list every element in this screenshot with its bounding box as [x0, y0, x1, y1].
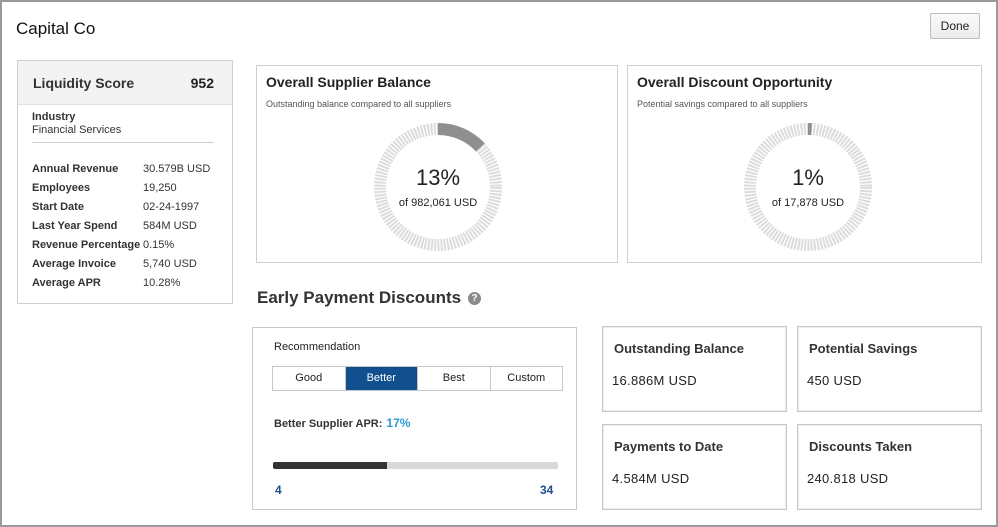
supplier-balance-total: of 982,061 USD [398, 197, 478, 209]
stat-row: Employees 19,250 [18, 178, 232, 197]
stat-row: Revenue Percentage 0.15% [18, 235, 232, 254]
stat-label: Revenue Percentage [32, 238, 141, 251]
potential-savings-box: Potential Savings 450 USD [797, 326, 982, 412]
stat-value: 5,740 USD [143, 257, 197, 270]
company-stats: Annual Revenue 30.579B USD Employees 19,… [18, 159, 232, 292]
discounts-taken-title: Discounts Taken [809, 439, 913, 454]
stat-value: 30.579B USD [143, 162, 211, 175]
page-title: Capital Co [16, 19, 96, 38]
stat-label: Employees [32, 181, 91, 194]
discount-opportunity-title: Overall Discount Opportunity [637, 74, 833, 90]
discounts-taken-value: 240.818 USD [807, 471, 889, 486]
stat-value: 584M USD [143, 219, 197, 232]
stat-label: Start Date [32, 200, 84, 213]
payments-to-date-value: 4.584M USD [612, 471, 690, 486]
potential-savings-title: Potential Savings [809, 341, 918, 356]
supplier-apr: Better Supplier APR: 17% [274, 416, 410, 430]
outstanding-balance-title: Outstanding Balance [614, 341, 745, 356]
liquidity-score-header: Liquidity Score 952 [18, 61, 232, 105]
help-icon[interactable]: ? [468, 291, 482, 305]
done-button[interactable]: Done [930, 13, 980, 39]
supplier-apr-value: 17% [386, 416, 411, 430]
stat-value: 19,250 [143, 181, 177, 194]
apr-slider[interactable] [273, 462, 558, 469]
discount-opportunity-center: 1% of 17,878 USD [741, 120, 875, 254]
option-best-button[interactable]: Best [418, 367, 491, 390]
stat-row: Start Date 02-24-1997 [18, 197, 232, 216]
recommendation-selector: Good Better Best Custom [272, 366, 563, 391]
stat-row: Average Invoice 5,740 USD [18, 254, 232, 273]
liquidity-score-value: 952 [190, 74, 214, 91]
supplier-balance-center: 13% of 982,061 USD [371, 120, 505, 254]
option-better-button[interactable]: Better [345, 367, 418, 390]
outstanding-balance-value: 16.886M USD [612, 373, 697, 388]
industry-label: Industry [32, 111, 76, 123]
outstanding-balance-box: Outstanding Balance 16.886M USD [602, 326, 787, 412]
payments-to-date-title: Payments to Date [614, 439, 724, 454]
industry-block: Industry Financial Services [18, 105, 232, 136]
discount-opportunity-total: of 17,878 USD [771, 197, 845, 209]
discount-opportunity-subtitle: Potential savings compared to all suppli… [637, 99, 808, 109]
recommendation-panel: Recommendation Good Better Best Custom B… [252, 327, 577, 510]
stat-label: Annual Revenue [32, 162, 119, 175]
early-payment-heading: Early Payment Discounts ? [257, 288, 482, 308]
slider-min-label: 4 [275, 483, 282, 497]
supplier-balance-card: Overall Supplier Balance Outstanding bal… [256, 65, 618, 263]
discount-opportunity-card: Overall Discount Opportunity Potential s… [627, 65, 982, 263]
slider-max-label: 34 [540, 483, 554, 497]
discounts-taken-box: Discounts Taken 240.818 USD [797, 424, 982, 510]
stat-value: 10.28% [143, 276, 181, 289]
stat-label: Last Year Spend [32, 219, 118, 232]
stat-label: Average Invoice [32, 257, 116, 270]
liquidity-score-label: Liquidity Score [33, 74, 135, 91]
recommendation-label: Recommendation [274, 341, 361, 353]
stat-value: 0.15% [143, 238, 175, 251]
supplier-balance-subtitle: Outstanding balance compared to all supp… [266, 99, 452, 109]
stat-row: Annual Revenue 30.579B USD [18, 159, 232, 178]
option-good-button[interactable]: Good [273, 367, 346, 390]
supplier-apr-label: Better Supplier APR: [274, 418, 383, 430]
early-payment-title: Early Payment Discounts [257, 288, 462, 307]
divider [32, 142, 214, 143]
industry-value: Financial Services [32, 124, 122, 136]
stat-label: Average APR [32, 276, 101, 289]
company-summary-panel: Liquidity Score 952 Industry Financial S… [17, 60, 233, 304]
stat-row: Last Year Spend 584M USD [18, 216, 232, 235]
potential-savings-value: 450 USD [807, 373, 862, 388]
supplier-balance-percent: 13% [415, 165, 461, 190]
option-custom-button[interactable]: Custom [490, 367, 562, 390]
stat-row: Average APR 10.28% [18, 273, 232, 292]
supplier-balance-title: Overall Supplier Balance [266, 74, 431, 90]
payments-to-date-box: Payments to Date 4.584M USD [602, 424, 787, 510]
stat-value: 02-24-1997 [143, 200, 200, 213]
app-window: Capital Co Done Liquidity Score 952 Indu… [0, 0, 998, 527]
apr-slider-fill [273, 462, 387, 469]
discount-opportunity-percent: 1% [792, 165, 824, 190]
